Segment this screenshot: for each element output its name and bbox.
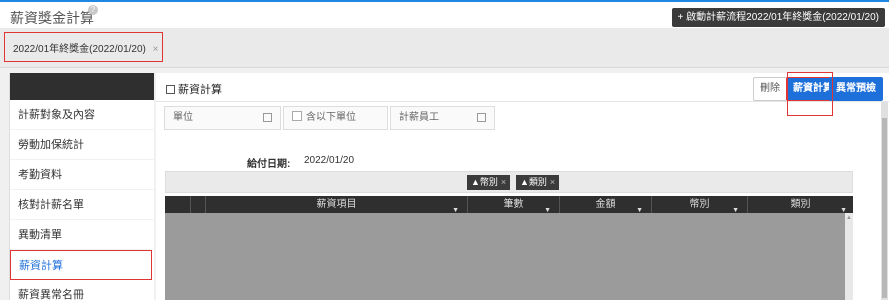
chip-label: ▲類別 (520, 177, 547, 187)
close-icon[interactable]: × (550, 177, 555, 187)
sidebar-item-change-list[interactable]: 異動清單 (10, 220, 154, 250)
sidebar: 計薪對象及內容 勞動加保統計 考勤資料 核對計薪名單 異動清單 薪資計算 薪資異… (9, 73, 154, 300)
page-title-text: 薪資計算 (178, 84, 222, 96)
column-label: 金額 (595, 199, 616, 210)
start-payroll-process-button[interactable]: + 啟動計薪流程2022/01年終獎金(2022/01/20) (671, 8, 885, 27)
grid-header-spacer (165, 196, 191, 213)
scrollbar-thumb[interactable] (882, 118, 887, 298)
unit-label: 單位 (173, 112, 193, 123)
grid-header: 薪資項目 ▼ 筆數 ▼ 金額 ▼ 幣別 ▼ 類別 ▼ (165, 196, 853, 214)
column-payroll-item[interactable]: 薪資項目 ▼ (206, 196, 468, 214)
tab-bar: 2022/01年終獎金(2022/01/20) × (0, 28, 889, 68)
app-title: 薪資獎金計算 (10, 10, 94, 26)
column-category[interactable]: 類別 ▼ (748, 196, 853, 214)
filter-icon[interactable]: ▼ (544, 202, 551, 219)
checkbox-icon[interactable] (292, 111, 302, 121)
grid-body (165, 213, 853, 300)
pay-date-value: 2022/01/20 (304, 155, 355, 166)
page-scrollbar[interactable] (881, 102, 888, 300)
sidebar-item-payroll-targets[interactable]: 計薪對象及內容 (10, 100, 154, 130)
page-title: 薪資計算 (166, 81, 222, 97)
filter-icon[interactable]: ▼ (732, 202, 739, 219)
main-header: 薪資計算 刪除 薪資計算 異常預檢 (156, 72, 889, 116)
delete-button[interactable]: 刪除 (753, 77, 787, 101)
close-icon[interactable]: × (153, 44, 159, 55)
pay-date-label: 給付日期: (247, 159, 291, 170)
group-chip-category[interactable]: ▲類別 × (516, 175, 560, 190)
staff-label: 計薪員工 (399, 112, 439, 123)
payroll-grid: 薪資項目 ▼ 筆數 ▼ 金額 ▼ 幣別 ▼ 類別 ▼ (165, 196, 853, 300)
sidebar-header (10, 73, 154, 100)
sidebar-item-attendance[interactable]: 考勤資料 (10, 160, 154, 190)
close-icon[interactable]: × (501, 177, 506, 187)
sidebar-item-payroll-anomalies[interactable]: 薪資異常名冊 (10, 280, 154, 300)
scroll-up-icon[interactable]: ▲ (845, 215, 853, 221)
top-bar: 薪資獎金計算 ? + 啟動計薪流程2022/01年終獎金(2022/01/20) (0, 0, 889, 28)
edit-icon (166, 85, 175, 94)
column-label: 幣別 (689, 199, 710, 210)
group-by-bar[interactable]: ▲幣別 × ▲類別 × (165, 171, 853, 193)
external-link-icon[interactable] (263, 113, 272, 122)
chip-label: ▲幣別 (471, 177, 498, 187)
staff-selector[interactable]: 計薪員工 (390, 106, 495, 130)
column-label: 筆數 (503, 199, 524, 210)
help-icon[interactable]: ? (88, 5, 98, 15)
column-count[interactable]: 筆數 ▼ (468, 196, 560, 214)
sidebar-item-payroll-calculation[interactable]: 薪資計算 (10, 250, 152, 280)
group-chip-currency[interactable]: ▲幣別 × (467, 175, 511, 190)
column-currency[interactable]: 幣別 ▼ (652, 196, 748, 214)
include-subunits-checkbox[interactable]: 含以下單位 (283, 106, 388, 130)
grid-header-spacer (191, 196, 206, 213)
column-amount[interactable]: 金額 ▼ (560, 196, 652, 214)
column-label: 類別 (790, 199, 811, 210)
sidebar-item-verify-list[interactable]: 核對計薪名單 (10, 190, 154, 220)
anomaly-precheck-button[interactable]: 異常預檢 (829, 77, 883, 101)
external-link-icon[interactable] (477, 113, 486, 122)
filter-icon[interactable]: ▼ (452, 202, 459, 219)
include-subunits-label: 含以下單位 (306, 112, 356, 123)
grid-scrollbar[interactable]: ▲ (845, 213, 853, 300)
column-label: 薪資項目 (316, 199, 357, 210)
unit-selector[interactable]: 單位 (164, 106, 281, 130)
tab-payroll-run[interactable]: 2022/01年終獎金(2022/01/20) × (4, 32, 163, 62)
sidebar-item-labor-insurance[interactable]: 勞動加保統計 (10, 130, 154, 160)
filter-icon[interactable]: ▼ (636, 202, 643, 219)
tab-label: 2022/01年終獎金(2022/01/20) (13, 44, 146, 55)
main-panel: 薪資計算 刪除 薪資計算 異常預檢 單位 含以下單位 計薪員工 給付日期: 20… (156, 72, 889, 300)
